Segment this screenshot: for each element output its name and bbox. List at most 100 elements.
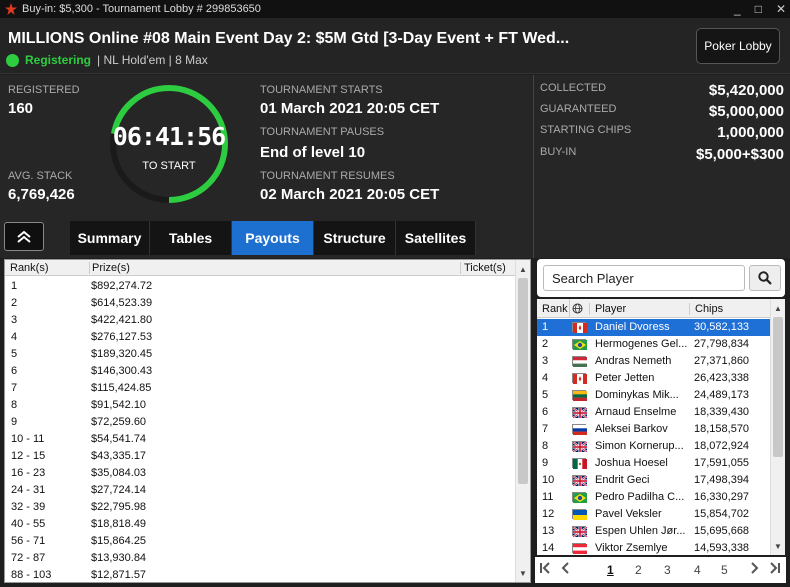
first-page-icon[interactable]: [539, 561, 553, 578]
rank-cell: 4: [11, 331, 18, 343]
list-item[interactable]: 7 Aleksei Barkov 18,158,570: [537, 421, 770, 438]
prize-cell: $22,795.98: [91, 501, 147, 513]
guaranteed-value: $5,000,000: [708, 103, 784, 120]
registered-label: REGISTERED: [8, 84, 80, 96]
starting-chips-value: 1,000,000: [717, 124, 784, 141]
uk-flag-icon: [572, 475, 588, 487]
list-item[interactable]: 9 Joshua Hoesel 17,591,055: [537, 455, 770, 472]
canada-flag-icon: [572, 373, 587, 384]
player-name-cell: Espen Uhlen Jør...: [595, 525, 686, 537]
page-5-link[interactable]: 5: [721, 563, 728, 577]
table-row: 56 - 71 $15,864.25: [5, 533, 515, 550]
list-item[interactable]: 2 Hermogenes Gel... 27,798,834: [537, 336, 770, 353]
tab-structure[interactable]: Structure: [314, 221, 396, 255]
page-2-link[interactable]: 2: [635, 563, 642, 577]
player-chips-cell: 18,072,924: [694, 440, 750, 452]
poker-lobby-button[interactable]: Poker Lobby: [696, 28, 780, 64]
next-page-icon[interactable]: [747, 561, 761, 578]
prize-cell: $115,424.85: [91, 382, 152, 394]
player-name-header[interactable]: Player: [589, 303, 626, 315]
list-item[interactable]: 13 Espen Uhlen Jør... 15,695,668: [537, 523, 770, 540]
prev-page-icon[interactable]: [559, 561, 573, 578]
minimize-button[interactable]: _: [734, 2, 741, 16]
player-rank-cell: 10: [542, 474, 555, 486]
list-item[interactable]: 1 Daniel Dvoress 30,582,133: [537, 319, 770, 336]
prize-cell: $15,864.25: [91, 535, 147, 547]
list-item[interactable]: 11 Pedro Padilha C... 16,330,297: [537, 489, 770, 506]
player-chips-cell: 18,158,570: [694, 423, 750, 435]
scroll-down-icon[interactable]: ▼: [771, 539, 785, 553]
pokerstars-logo-icon: [4, 2, 18, 16]
tab-tables[interactable]: Tables: [150, 221, 232, 255]
list-item[interactable]: 6 Arnaud Enselme 18,339,430: [537, 404, 770, 421]
avg-stack-label: AVG. STACK: [8, 170, 73, 182]
payouts-table: Rank(s) Prize(s) Ticket(s) 1 $892,274.72 2…: [4, 259, 531, 583]
scroll-thumb[interactable]: [518, 278, 528, 484]
ukraine-flag-icon: [572, 509, 587, 520]
table-row: 32 - 39 $22,795.98: [5, 499, 515, 516]
player-rank-cell: 8: [542, 440, 549, 452]
table-row: 8 $91,542.10: [5, 397, 515, 414]
list-item[interactable]: 12 Pavel Veksler 15,854,702: [537, 506, 770, 523]
list-item[interactable]: 8 Simon Kornerup... 18,072,924: [537, 438, 770, 455]
russia-flag-icon: [572, 424, 587, 435]
rank-cell: 10 - 11: [11, 433, 45, 445]
search-player-input[interactable]: [543, 265, 745, 291]
player-name-cell: Andras Nemeth: [595, 355, 672, 367]
table-row: 6 $146,300.43: [5, 363, 515, 380]
prize-cell: $54,541.74: [91, 433, 147, 445]
scroll-up-icon[interactable]: ▲: [771, 301, 785, 315]
brazil-flag-icon: [572, 492, 587, 503]
players-scrollbar[interactable]: ▲ ▼: [770, 299, 785, 555]
table-row: 24 - 31 $27,724.14: [5, 482, 515, 499]
rank-column-header[interactable]: Rank(s): [10, 262, 49, 274]
lithuania-flag-icon: [572, 390, 587, 401]
tab-summary[interactable]: Summary: [70, 221, 150, 255]
prize-cell: $18,818.49: [91, 518, 147, 530]
player-rank-header[interactable]: Rank: [542, 303, 568, 315]
tournament-status: Registering | NL Hold'em | 8 Max: [6, 53, 208, 67]
prize-column-header[interactable]: Prize(s): [89, 262, 130, 274]
info-divider: [533, 75, 534, 258]
list-item[interactable]: 14 Viktor Zsemlye 14,593,338: [537, 540, 770, 557]
tab-satellites[interactable]: Satellites: [396, 221, 476, 255]
page-1-link[interactable]: 1: [607, 563, 614, 577]
player-rank-cell: 5: [542, 389, 549, 401]
country-globe-icon[interactable]: [569, 299, 585, 318]
table-row: 72 - 87 $13,930.84: [5, 550, 515, 567]
list-item[interactable]: 5 Dominykas Mik... 24,489,173: [537, 387, 770, 404]
lobby-tabs: Summary Tables Payouts Structure Satelli…: [70, 221, 476, 255]
player-chips-header[interactable]: Chips: [689, 303, 723, 315]
player-rank-cell: 14: [542, 542, 555, 554]
ticket-column-header[interactable]: Ticket(s): [460, 262, 506, 274]
player-name-cell: Simon Kornerup...: [595, 440, 684, 452]
player-chips-cell: 18,339,430: [694, 406, 750, 418]
scroll-down-icon[interactable]: ▼: [516, 566, 530, 580]
tab-payouts[interactable]: Payouts: [232, 221, 314, 255]
list-item[interactable]: 10 Endrit Geci 17,498,394: [537, 472, 770, 489]
player-chips-cell: 14,593,338: [694, 542, 750, 554]
close-button[interactable]: ✕: [776, 2, 786, 16]
hungary-flag-icon: [572, 356, 587, 367]
page-4-link[interactable]: 4: [694, 563, 701, 577]
player-chips-cell: 30,582,133: [694, 321, 750, 333]
prize-cell: $35,084.03: [91, 467, 147, 479]
payouts-scrollbar[interactable]: ▲ ▼: [515, 260, 530, 582]
list-item[interactable]: 3 Andras Nemeth 27,371,860: [537, 353, 770, 370]
scroll-thumb[interactable]: [773, 317, 783, 457]
list-item[interactable]: 4 Peter Jetten 26,423,338: [537, 370, 770, 387]
player-name-cell: Daniel Dvoress: [595, 321, 670, 333]
prize-cell: $91,542.10: [91, 399, 147, 411]
collapse-button[interactable]: [4, 222, 44, 251]
maximize-button[interactable]: □: [755, 2, 762, 16]
search-button[interactable]: [749, 265, 781, 291]
player-name-cell: Dominykas Mik...: [595, 389, 679, 401]
table-row: 88 - 103 $12,871.57: [5, 567, 515, 584]
status-label: Registering: [25, 53, 92, 67]
rank-cell: 12 - 15: [11, 450, 46, 462]
austria-flag-icon: [572, 543, 587, 554]
page-3-link[interactable]: 3: [664, 563, 671, 577]
rank-cell: 88 - 103: [11, 569, 52, 581]
scroll-up-icon[interactable]: ▲: [516, 262, 530, 276]
last-page-icon[interactable]: [767, 561, 781, 578]
